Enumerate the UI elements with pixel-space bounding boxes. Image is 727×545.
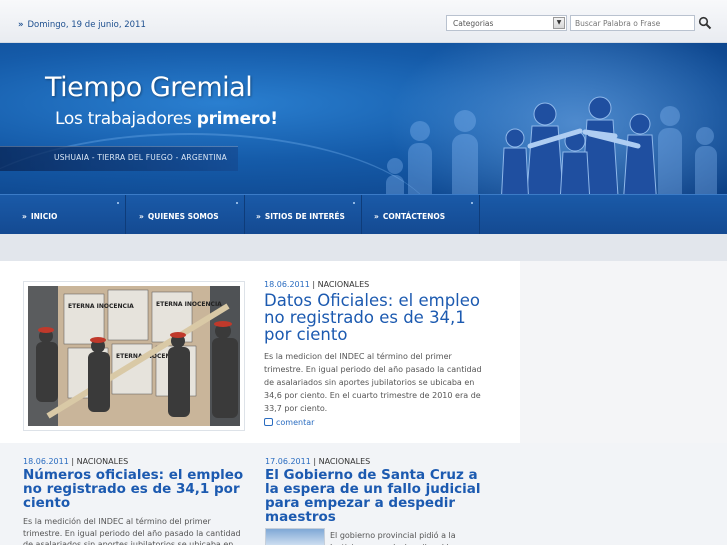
featured-date: 18.06.2011 xyxy=(264,280,310,289)
dropdown-arrow-icon[interactable]: ▼ xyxy=(553,17,565,29)
logo-title-part2: Gremial xyxy=(149,72,253,103)
tagline-bold: primero! xyxy=(196,109,278,129)
featured-title[interactable]: Datos Oficiales: el empleo no registrado… xyxy=(264,292,484,343)
card-body: El gobierno provincial pidió a la Justic… xyxy=(330,531,456,545)
nav-item-sitios-de-interes[interactable]: » SITIOS DE INTERÉS xyxy=(245,195,362,235)
card-body: Es la medición del INDEC al término del … xyxy=(23,517,241,545)
site-location: USHUAIA - TIERRA DEL FUEGO - ARGENTINA xyxy=(54,153,227,162)
nav-item-contactenos[interactable]: » CONTÁCTENOS xyxy=(362,195,480,235)
chevron-icon: » xyxy=(18,20,24,30)
nav-item-inicio[interactable]: » INICIO xyxy=(0,195,126,235)
featured-body: Es la medicion del INDEC al término del … xyxy=(264,352,482,413)
nav-item-label: CONTÁCTENOS xyxy=(382,212,446,221)
featured-category[interactable]: NACIONALES xyxy=(318,280,370,289)
comment-label: comentar xyxy=(276,418,315,427)
card-thumbnail[interactable] xyxy=(265,528,325,545)
site-tagline: Los trabajadores primero! xyxy=(55,109,278,129)
site-logo-title[interactable]: Tiempo Gremial xyxy=(45,72,253,103)
card-category[interactable]: NACIONALES xyxy=(319,457,371,466)
card-title[interactable]: El Gobierno de Santa Cruz a la espera de… xyxy=(265,468,485,524)
sub-bar xyxy=(0,234,727,261)
current-date: » Domingo, 19 de junio, 2011 xyxy=(18,20,146,30)
people-silhouettes-image xyxy=(386,96,717,194)
featured-meta: 18.06.2011 | NACIONALES xyxy=(264,280,370,289)
card-date: 18.06.2011 xyxy=(23,457,69,466)
current-date-text: Domingo, 19 de junio, 2011 xyxy=(27,20,146,30)
search-icon[interactable] xyxy=(698,15,712,31)
nav-item-label: QUIENES SOMOS xyxy=(147,212,219,221)
poster-text: ETERNA INOCENCIA xyxy=(156,301,222,308)
category-select-value: Categorias xyxy=(453,19,494,28)
logo-title-part1: Tiempo xyxy=(45,72,142,103)
nav-item-label: INICIO xyxy=(30,212,58,221)
search-input[interactable] xyxy=(570,15,695,31)
card-date: 17.06.2011 xyxy=(265,457,311,466)
chevron-icon: » xyxy=(256,212,261,221)
nav-item-quienes-somos[interactable]: » QUIENES SOMOS xyxy=(126,195,245,235)
card-category[interactable]: NACIONALES xyxy=(77,457,129,466)
comment-icon xyxy=(264,418,273,426)
protest-photo: ETERNA INOCENCIA ETERNA INOCENCIA ETERNA… xyxy=(28,286,240,426)
chevron-icon: » xyxy=(374,212,379,221)
nav-item-label: SITIOS DE INTERÉS xyxy=(264,212,345,221)
main-nav: » INICIO » QUIENES SOMOS » SITIOS DE INTERÉ… xyxy=(0,194,727,235)
poster-text: ETERNA INOCENCIA xyxy=(68,303,134,310)
featured-image[interactable]: ETERNA INOCENCIA ETERNA INOCENCIA ETERNA… xyxy=(23,281,245,431)
chevron-icon: » xyxy=(139,212,144,221)
tagline-regular: Los trabajadores xyxy=(55,109,192,129)
card-title[interactable]: Números oficiales: el empleo no registra… xyxy=(23,468,253,510)
comment-link[interactable]: comentar xyxy=(264,418,314,427)
chevron-icon: » xyxy=(22,212,27,221)
category-select[interactable]: Categorias ▼ xyxy=(446,15,567,31)
top-bar: » Domingo, 19 de junio, 2011 Categorias ▼ xyxy=(0,0,727,43)
card-meta: 18.06.2011 | NACIONALES xyxy=(23,457,129,466)
card-meta: 17.06.2011 | NACIONALES xyxy=(265,457,371,466)
